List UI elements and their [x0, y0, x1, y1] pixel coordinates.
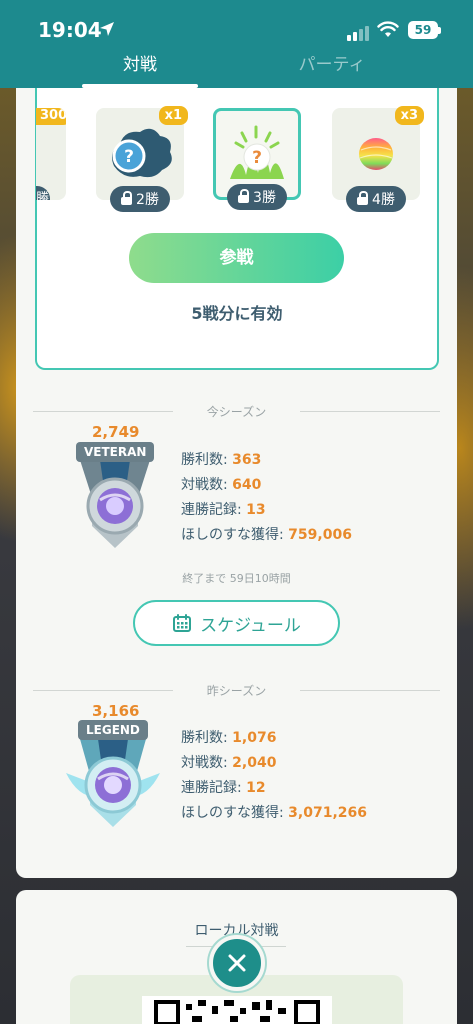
reward-lock-label: 4勝: [372, 192, 395, 208]
calendar-icon: [173, 614, 192, 632]
svg-text:?: ?: [252, 148, 262, 168]
stat-stardust-earned: ほしのすな獲得: 759,006: [181, 527, 352, 543]
tab-battle[interactable]: 対戦: [60, 50, 220, 75]
active-tab-indicator: [82, 84, 198, 88]
qr-code-icon: [142, 996, 332, 1024]
schedule-button[interactable]: スケジュール: [133, 600, 340, 646]
battery-icon: 59: [408, 21, 441, 39]
reward-count-badge: 300: [36, 108, 66, 125]
stat-battles: 対戦数: 640: [181, 477, 262, 493]
status-time: 19:04: [38, 18, 102, 42]
stat-wins: 勝利数: 1,076: [181, 730, 277, 746]
lock-icon: [357, 191, 369, 205]
previous-season-rating: 3,166: [92, 702, 140, 720]
close-button[interactable]: [209, 935, 265, 991]
current-season-header: 今シーズン: [33, 403, 440, 420]
status-bar: 19:04 59: [0, 0, 473, 44]
reward-lock-label: 2勝: [136, 192, 159, 208]
schedule-button-label: スケジュール: [200, 615, 301, 636]
app-header: 19:04 59 対戦 パーティ: [0, 0, 473, 88]
lock-icon: [121, 191, 133, 205]
stat-stardust-earned: ほしのすな獲得: 3,071,266: [181, 805, 367, 821]
svg-text:?: ?: [124, 147, 134, 167]
tab-party[interactable]: パーティ: [252, 50, 412, 75]
legend-rank-emblem-icon: [66, 739, 160, 827]
location-arrow-icon: [100, 22, 114, 36]
cellular-signal-icon: [347, 22, 371, 41]
stat-battles: 対戦数: 2,040: [181, 755, 277, 771]
reward-lock-badge: 3勝: [227, 184, 287, 210]
reward-lock-label: 勝: [36, 186, 50, 200]
previous-season-rank-label: LEGEND: [78, 720, 148, 740]
reward-lock-badge: 4勝: [346, 186, 406, 212]
season-ends-text: 終了まで 59日10時間: [182, 572, 291, 585]
wifi-icon: [377, 21, 399, 37]
current-season-stats: 勝利数: 363 対戦数: 640 連勝記録: 13 ほしのすな獲得: 759,…: [181, 448, 352, 548]
reward-item-mystery-egg[interactable]: x1 ? 2勝: [96, 106, 188, 212]
reward-item-partial[interactable]: 300 勝: [36, 108, 66, 200]
stat-win-streak: 連勝記録: 13: [181, 502, 266, 518]
reward-lock-badge: 2勝: [110, 186, 170, 212]
reward-item-mystery-encounter[interactable]: ? 3勝: [213, 108, 301, 210]
join-battle-button[interactable]: 参戦: [129, 233, 344, 283]
reward-lock-label: 3勝: [253, 190, 276, 206]
lock-icon: [238, 189, 250, 203]
reward-item-rainbow-berry[interactable]: x3 4勝: [332, 106, 424, 212]
current-season-rank-label: VETERAN: [76, 442, 155, 462]
stat-win-streak: 連勝記録: 12: [181, 780, 266, 796]
previous-season-header: 昨シーズン: [33, 682, 440, 699]
valid-battles-text: 5戦分に有効: [191, 304, 283, 323]
veteran-rank-emblem-icon: [80, 460, 150, 548]
close-icon: [228, 954, 246, 972]
previous-season-stats: 勝利数: 1,076 対戦数: 2,040 連勝記録: 12 ほしのすな獲得: …: [181, 726, 367, 826]
current-season-rating: 2,749: [92, 423, 140, 441]
stat-wins: 勝利数: 363: [181, 452, 262, 468]
